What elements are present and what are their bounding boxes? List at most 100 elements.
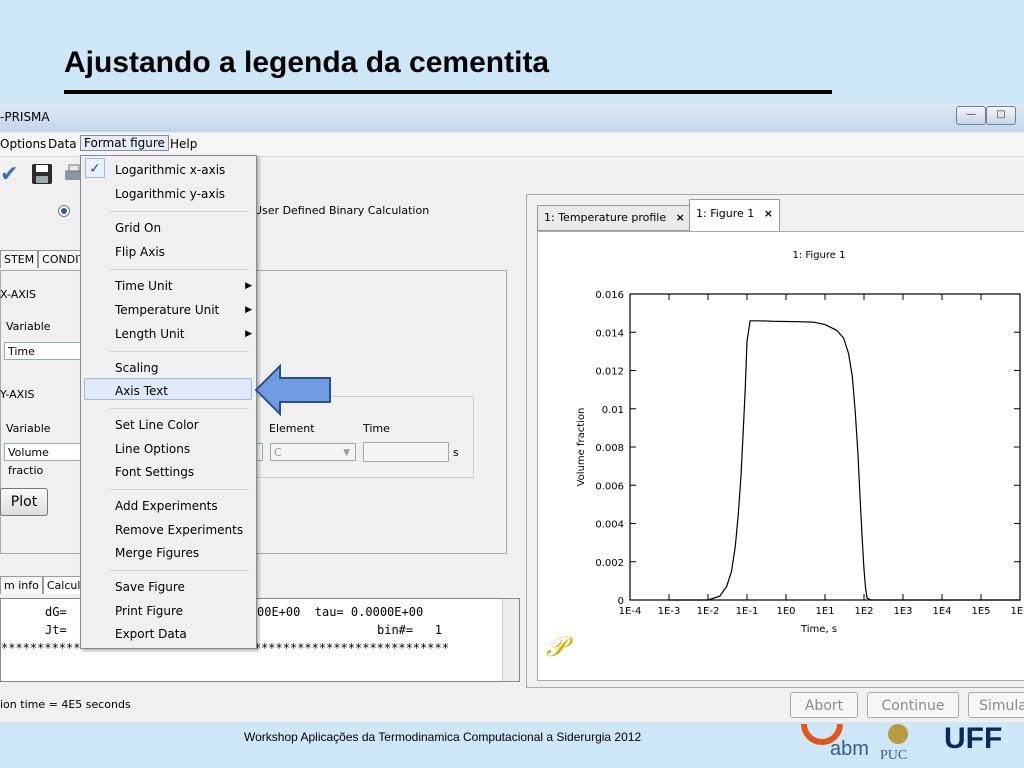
continue-button[interactable]: Continue <box>867 692 959 718</box>
submenu-arrow-icon: ▶ <box>245 329 252 339</box>
x-tick-label: 1E-4 <box>619 606 642 617</box>
status-text: ion time = 4E5 seconds <box>0 698 131 711</box>
y-tick-label: 0.014 <box>595 328 624 339</box>
element-select[interactable]: C ▼ <box>270 443 356 461</box>
yaxis-variable-select[interactable]: Volume fractio <box>4 443 84 477</box>
x-tick-label: 1E3 <box>893 606 912 617</box>
x-tick-label: 1E-2 <box>697 606 720 617</box>
menu-item-remove-experiments[interactable]: Remove Experiments <box>115 523 243 537</box>
pointer-arrow <box>254 363 331 417</box>
prisma-logo: 𝒫 <box>546 630 567 663</box>
menu-item-export-data[interactable]: Export Data <box>115 627 187 641</box>
menu-data[interactable]: Data <box>48 137 77 151</box>
tab-system[interactable]: STEM <box>0 250 39 268</box>
console-line2-label: Jt= <box>45 623 67 637</box>
radio-calc-default[interactable] <box>58 205 70 217</box>
plot-frame <box>629 293 1021 601</box>
save-icon[interactable] <box>30 162 54 192</box>
menu-item-time-unit[interactable]: Time Unit <box>115 279 173 293</box>
element-value: C <box>274 446 282 459</box>
y-tick-label: 0.004 <box>595 520 624 531</box>
menu-separator <box>109 269 249 270</box>
x-tick-label: 1E-1 <box>736 606 759 617</box>
simulate-button[interactable]: Simula <box>968 692 1024 718</box>
menu-highlight <box>84 378 252 400</box>
menu-options[interactable]: Options <box>0 137 46 151</box>
close-icon[interactable]: × <box>764 207 773 220</box>
menu-item-scaling[interactable]: Scaling <box>115 361 158 375</box>
y-tick-label: 0 <box>618 596 624 607</box>
menu-item-axis-text[interactable]: Axis Text <box>115 384 168 398</box>
console-line1-label: dG= <box>45 605 67 619</box>
xaxis-variable-label: Variable <box>6 320 51 333</box>
menu-item-grid-on[interactable]: Grid On <box>115 221 161 235</box>
x-tick-label: 1E2 <box>854 606 873 617</box>
tab-temperature-profile-label: 1: Temperature profile <box>544 211 667 224</box>
abm-logo-text: abm <box>830 738 869 760</box>
menu-item-log-x[interactable]: Logarithmic x-axis <box>115 163 225 177</box>
element-label: Element <box>269 422 315 435</box>
xaxis-variable-select[interactable]: Time <box>4 342 84 360</box>
menu-item-add-experiments[interactable]: Add Experiments <box>115 499 218 513</box>
abort-button[interactable]: Abort <box>790 692 858 718</box>
tab-figure-1[interactable]: 1: Figure 1 × <box>689 199 781 231</box>
submenu-arrow-icon: ▶ <box>245 305 252 315</box>
x-tick-label: 1E-3 <box>658 606 681 617</box>
menu-separator <box>109 351 249 352</box>
y-tick-label: 0.006 <box>595 481 624 492</box>
console-scrollbar[interactable] <box>502 599 519 681</box>
menu-item-flip-axis[interactable]: Flip Axis <box>115 245 165 259</box>
yaxis-title: Y-AXIS <box>0 388 35 401</box>
minimize-button[interactable]: — <box>956 106 986 125</box>
x-axis-label: Time, s <box>800 624 837 635</box>
left-tabs: STEM CONDITI <box>0 250 93 268</box>
close-icon[interactable]: × <box>676 211 685 224</box>
y-tick-label: 0.008 <box>595 443 624 454</box>
xaxis-title: X-AXIS <box>0 288 37 301</box>
menu-item-temperature-unit[interactable]: Temperature Unit <box>115 303 219 317</box>
menu-item-length-unit[interactable]: Length Unit <box>115 327 185 341</box>
calc-type-row <box>58 204 70 217</box>
x-tick-label: 1E0 <box>776 606 795 617</box>
chart-title: 1: Figure 1 <box>793 250 846 261</box>
menu-item-log-y[interactable]: Logarithmic y-axis <box>115 187 225 201</box>
y-tick-label: 0.01 <box>602 405 624 416</box>
menu-separator <box>109 570 249 571</box>
tab-figure-1-label: 1: Figure 1 <box>696 207 755 220</box>
menu-format-figure[interactable]: Format figure <box>80 135 169 151</box>
window-title: -PRISMA <box>0 110 50 124</box>
menu-item-merge-figures[interactable]: Merge Figures <box>115 546 199 560</box>
chevron-down-icon: ▼ <box>343 448 350 458</box>
check-icon[interactable]: ✔ <box>0 162 18 187</box>
menubar: Options Data Format figure Help <box>0 134 1024 157</box>
radio-user-defined-label[interactable]: User Defined Binary Calculation <box>254 204 429 217</box>
console-output: dG= 00E+00 tau= 0.0000E+00 Jt= bin#= 1 *… <box>0 598 520 682</box>
time-unit: s <box>453 446 459 459</box>
menu-item-font-settings[interactable]: Font Settings <box>115 465 194 479</box>
plot-button[interactable]: Plot <box>0 488 48 516</box>
menu-item-print-figure[interactable]: Print Figure <box>115 604 183 618</box>
time-input[interactable] <box>363 442 449 462</box>
menu-separator <box>109 489 249 490</box>
menu-help[interactable]: Help <box>170 137 197 151</box>
tab-temperature-profile[interactable]: 1: Temperature profile × <box>537 205 692 231</box>
uff-logo: UFF <box>944 722 1003 750</box>
menu-separator <box>109 408 249 409</box>
figure-panel: 1: Temperature profile × 1: Figure 1 × 1… <box>526 194 1024 688</box>
y-tick-label: 0.012 <box>595 367 624 378</box>
submenu-arrow-icon: ▶ <box>245 281 252 291</box>
checkmark-icon: ✓ <box>85 158 105 178</box>
tab-system-info[interactable]: m info <box>0 576 43 594</box>
menu-separator <box>109 211 249 212</box>
menu-item-line-options[interactable]: Line Options <box>115 442 190 456</box>
x-tick-label: 1E1 <box>815 606 834 617</box>
x-tick-label: 1E4 <box>932 606 951 617</box>
maximize-button[interactable]: □ <box>986 106 1016 125</box>
y-axis-label: Volume fraction <box>576 408 587 487</box>
menu-item-set-line-color[interactable]: Set Line Color <box>115 418 199 432</box>
menu-item-save-figure[interactable]: Save Figure <box>115 580 185 594</box>
figure-chart: 1: Figure 1 Time, s Volume fraction 1E-4 1E-… <box>576 250 1024 635</box>
window-titlebar: -PRISMA — □ <box>0 104 1024 132</box>
time-label: Time <box>363 422 390 435</box>
slide-title: Ajustando a legenda da cementita <box>64 46 550 79</box>
